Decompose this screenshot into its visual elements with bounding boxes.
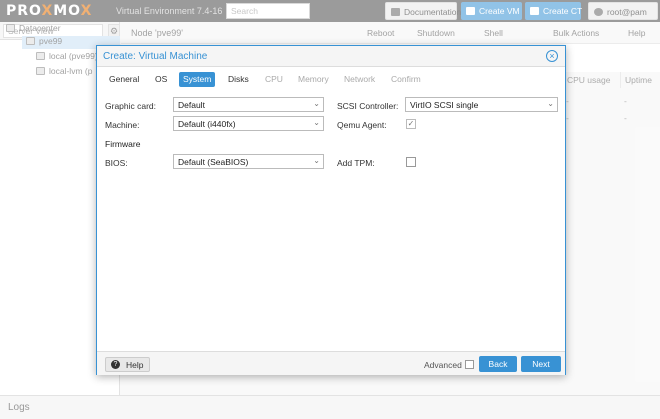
close-icon[interactable]: × bbox=[546, 50, 558, 62]
scsi-controller-label: SCSI Controller: bbox=[337, 101, 399, 111]
qemu-agent-checkbox[interactable]: ✓ bbox=[406, 119, 416, 129]
tab-memory[interactable]: Memory bbox=[294, 72, 333, 87]
scsi-controller-select[interactable]: VirtIO SCSI single ⌄ bbox=[405, 97, 558, 112]
tab-confirm[interactable]: Confirm bbox=[387, 72, 425, 87]
next-button[interactable]: Next bbox=[521, 356, 561, 372]
advanced-label: Advanced bbox=[424, 360, 462, 370]
advanced-checkbox[interactable] bbox=[465, 360, 474, 369]
tab-cpu[interactable]: CPU bbox=[261, 72, 287, 87]
create-vm-dialog: Create: Virtual Machine × General OS Sys… bbox=[96, 45, 566, 375]
tab-general[interactable]: General bbox=[105, 72, 143, 87]
help-button[interactable]: ? Help bbox=[105, 357, 150, 372]
wizard-tabs: General OS System Disks CPU Memory Netwo… bbox=[97, 67, 565, 89]
firmware-section-title: Firmware bbox=[105, 139, 141, 149]
bios-label: BIOS: bbox=[105, 158, 128, 168]
bios-select[interactable]: Default (SeaBIOS) ⌄ bbox=[173, 154, 324, 169]
back-button[interactable]: Back bbox=[479, 356, 517, 372]
add-tpm-checkbox[interactable] bbox=[406, 157, 416, 167]
chevron-down-icon: ⌄ bbox=[547, 99, 554, 108]
chevron-down-icon: ⌄ bbox=[313, 99, 320, 108]
machine-select[interactable]: Default (i440fx) ⌄ bbox=[173, 116, 324, 131]
tab-os[interactable]: OS bbox=[151, 72, 171, 87]
dialog-title-bar: Create: Virtual Machine × bbox=[97, 46, 565, 67]
qemu-agent-label: Qemu Agent: bbox=[337, 120, 387, 130]
graphic-card-label: Graphic card: bbox=[105, 101, 157, 111]
chevron-down-icon: ⌄ bbox=[313, 118, 320, 127]
tab-system[interactable]: System bbox=[179, 72, 216, 87]
machine-label: Machine: bbox=[105, 120, 140, 130]
chevron-down-icon: ⌄ bbox=[313, 156, 320, 165]
question-icon: ? bbox=[111, 360, 120, 369]
dialog-title: Create: Virtual Machine bbox=[103, 51, 208, 62]
tab-network[interactable]: Network bbox=[340, 72, 379, 87]
dialog-footer: ? Help Advanced Back Next bbox=[97, 351, 565, 375]
tab-disks[interactable]: Disks bbox=[224, 72, 253, 87]
add-tpm-label: Add TPM: bbox=[337, 158, 375, 168]
graphic-card-select[interactable]: Default ⌄ bbox=[173, 97, 324, 112]
